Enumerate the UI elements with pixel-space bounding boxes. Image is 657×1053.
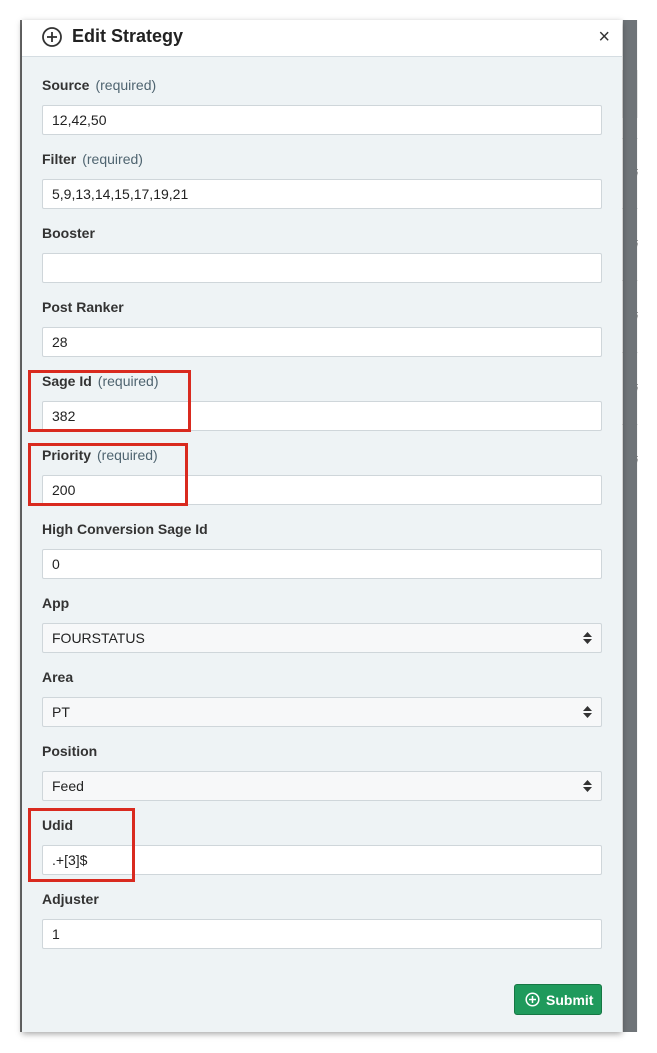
booster-field: Booster	[42, 225, 602, 283]
select-arrows-icon	[583, 780, 592, 792]
select-arrows-icon	[583, 632, 592, 644]
area-select-value: PT	[52, 704, 70, 720]
modal-header: Edit Strategy ×	[22, 20, 622, 57]
select-arrows-icon	[583, 706, 592, 718]
high-conversion-sage-id-label: High Conversion Sage Id	[42, 521, 208, 537]
position-label: Position	[42, 743, 98, 759]
position-select[interactable]: Feed	[42, 771, 602, 801]
booster-input[interactable]	[42, 253, 602, 283]
source-input[interactable]: 12,42,50	[42, 105, 602, 135]
add-circle-icon	[525, 992, 540, 1007]
submit-button[interactable]: Submit	[514, 984, 602, 1015]
area-label: Area	[42, 669, 74, 685]
area-field: Area PT	[42, 669, 602, 727]
sage-id-highlight-box	[28, 370, 191, 432]
position-field: Position Feed	[42, 743, 602, 801]
required-hint: (required)	[95, 77, 157, 93]
source-field: Source (required) 12,42,50	[42, 77, 602, 135]
booster-label: Booster	[42, 225, 95, 241]
modal-title: Edit Strategy	[72, 26, 184, 46]
app-field: App FOURSTATUS	[42, 595, 602, 653]
high-conversion-sage-id-field: High Conversion Sage Id 0	[42, 521, 602, 579]
submit-label: Submit	[546, 992, 594, 1008]
area-select[interactable]: PT	[42, 697, 602, 727]
adjuster-label: Adjuster	[42, 891, 99, 907]
filter-field: Filter (required) 5,9,13,14,15,17,19,21	[42, 151, 602, 209]
app-select-value: FOURSTATUS	[52, 630, 145, 646]
app-select[interactable]: FOURSTATUS	[42, 623, 602, 653]
post-ranker-label: Post Ranker	[42, 299, 124, 315]
filter-label: Filter	[42, 151, 77, 167]
close-button[interactable]: ×	[598, 25, 610, 49]
app-label: App	[42, 595, 70, 611]
filter-input[interactable]: 5,9,13,14,15,17,19,21	[42, 179, 602, 209]
post-ranker-input[interactable]: 28	[42, 327, 602, 357]
post-ranker-field: Post Ranker 28	[42, 299, 602, 357]
high-conversion-sage-id-input[interactable]: 0	[42, 549, 602, 579]
udid-highlight-box	[28, 808, 135, 882]
adjuster-field: Adjuster 1	[42, 891, 602, 949]
position-select-value: Feed	[52, 778, 84, 794]
required-hint: (required)	[82, 151, 143, 167]
source-label: Source	[42, 77, 90, 93]
add-circle-icon	[42, 27, 62, 47]
adjuster-input[interactable]: 1	[42, 919, 602, 949]
backdrop-edge	[623, 20, 637, 1032]
priority-highlight-box	[28, 443, 188, 506]
edit-strategy-modal: Edit Strategy × Source (required) 12,42,5…	[22, 20, 622, 1032]
